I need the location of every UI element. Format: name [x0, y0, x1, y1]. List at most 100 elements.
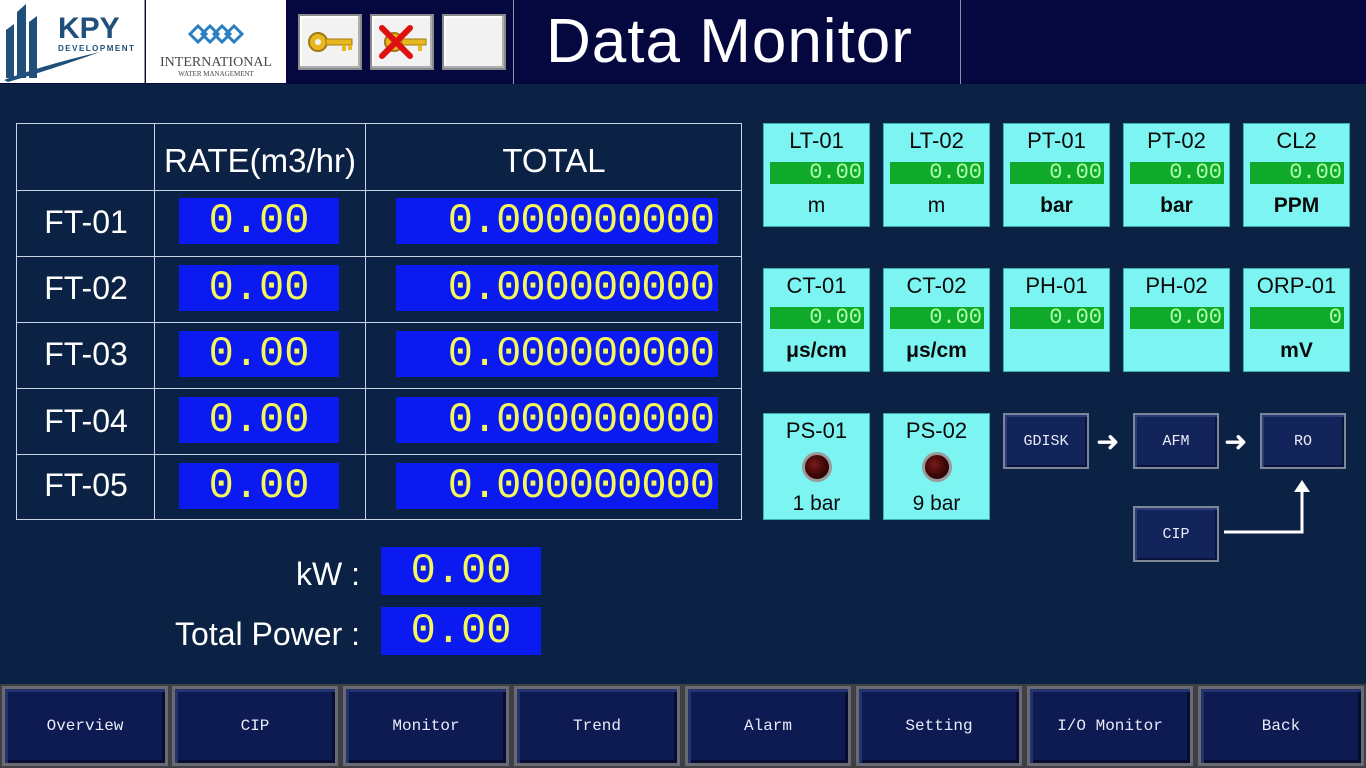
sensor-unit: mV [1280, 339, 1313, 362]
sensor-value: 0.00 [1130, 162, 1224, 184]
nav-io-monitor-button[interactable]: I/O Monitor [1027, 686, 1193, 766]
iwm-logo-line2: WATER MANAGEMENT [178, 70, 254, 78]
header-divider [513, 0, 514, 84]
total-column-header: TOTAL [502, 142, 606, 179]
flow-rate-display: 0.00 [179, 397, 339, 443]
afm-button[interactable]: AFM [1133, 413, 1219, 469]
gdisk-button[interactable]: GDISK [1003, 413, 1089, 469]
status-lamp-icon [802, 452, 832, 482]
logout-key-icon [379, 25, 427, 59]
login-key-button[interactable] [298, 14, 362, 70]
arrow-right-icon: ➜ [1224, 426, 1248, 457]
total-power-label: Total Power : [175, 616, 360, 652]
sensor-name: CT-01 [786, 273, 847, 298]
sensor-value: 0.00 [1010, 307, 1104, 329]
sensor-tile-ct-02: CT-02 0.00 μs/cm [883, 268, 990, 372]
flow-total-display: 0.000000000 [396, 265, 718, 311]
sensor-value: 0.00 [770, 307, 864, 329]
sensor-name: PT-02 [1147, 128, 1206, 153]
nav-cip-button[interactable]: CIP [172, 686, 338, 766]
nav-monitor-button[interactable]: Monitor [343, 686, 509, 766]
page-title: Data Monitor [546, 7, 913, 76]
sensor-name: CL2 [1276, 128, 1317, 153]
logout-key-button[interactable] [370, 14, 434, 70]
sensor-value: 0.00 [890, 162, 984, 184]
sensor-unit: PPM [1273, 194, 1320, 217]
flow-row-label: FT-01 [44, 204, 128, 240]
table-divider [17, 322, 741, 323]
flow-row-label: FT-05 [44, 467, 128, 503]
sensor-tile-pt-01: PT-01 0.00 bar [1003, 123, 1110, 227]
sensor-tile-orp-01: ORP-01 0 mV [1243, 268, 1350, 372]
sensor-tile-ph-01: PH-01 0.00 [1003, 268, 1110, 372]
key-icon [308, 32, 353, 52]
data-monitor-screen: KPY DEVELOPMENT INTERNATIONAL WATER MANA… [0, 0, 1366, 768]
sensor-unit: bar [1160, 194, 1193, 217]
sensor-unit: m [807, 194, 826, 217]
kpy-logo-text: KPY [58, 12, 120, 45]
sensor-tile-lt-02: LT-02 0.00 m [883, 123, 990, 227]
nav-trend-button[interactable]: Trend [514, 686, 680, 766]
flow-total-display: 0.000000000 [396, 331, 718, 377]
iwm-logo-line1: INTERNATIONAL [160, 55, 272, 70]
flow-rate-display: 0.00 [179, 463, 339, 509]
nav-overview-button[interactable]: Overview [2, 686, 168, 766]
switch-setting: 9 bar [912, 492, 961, 515]
sensor-unit: μs/cm [786, 339, 847, 362]
flow-total-display: 0.000000000 [396, 198, 718, 244]
status-lamp-icon [922, 452, 952, 482]
flow-total-display: 0.000000000 [396, 397, 718, 443]
sensor-name: PT-01 [1027, 128, 1086, 153]
sensor-tile-ct-01: CT-01 0.00 μs/cm [763, 268, 870, 372]
switch-name: PS-02 [905, 418, 968, 443]
flow-row-label: FT-03 [44, 336, 128, 372]
sensor-value: 0.00 [1010, 162, 1104, 184]
flow-table: RATE(m3/hr) TOTAL FT-01 0.00 0.000000000… [16, 123, 742, 520]
sensor-value: 0.00 [890, 307, 984, 329]
header-bar: KPY DEVELOPMENT INTERNATIONAL WATER MANA… [0, 0, 1366, 84]
bottom-nav: Overview CIP Monitor Trend Alarm Setting… [0, 684, 1366, 768]
blank-header-button[interactable] [442, 14, 506, 70]
pressure-switch-ps-02: PS-02 9 bar [883, 413, 990, 520]
nav-back-button[interactable]: Back [1198, 686, 1364, 766]
iwm-logo: INTERNATIONAL WATER MANAGEMENT [146, 0, 286, 83]
kpy-logo: KPY DEVELOPMENT [0, 0, 145, 83]
sensor-name: PH-01 [1025, 273, 1088, 298]
flow-row-label: FT-02 [44, 270, 128, 306]
switch-setting: 1 bar [792, 492, 841, 515]
sensor-tile-ph-02: PH-02 0.00 [1123, 268, 1230, 372]
table-divider [17, 256, 741, 257]
sensor-tile-cl2: CL2 0.00 PPM [1243, 123, 1350, 227]
flow-total-display: 0.000000000 [396, 463, 718, 509]
total-power-display: 0.00 [381, 607, 541, 655]
flow-rate-display: 0.00 [179, 331, 339, 377]
sensor-value: 0 [1250, 307, 1344, 329]
table-divider [17, 190, 741, 191]
sensor-value: 0.00 [1250, 162, 1344, 184]
kw-label: kW : [296, 556, 360, 592]
rate-column-header: RATE(m3/hr) [164, 142, 356, 179]
sensor-tile-lt-01: LT-01 0.00 m [763, 123, 870, 227]
pressure-switch-ps-01: PS-01 1 bar [763, 413, 870, 520]
flow-rate-display: 0.00 [179, 198, 339, 244]
header-divider [960, 0, 961, 84]
nav-setting-button[interactable]: Setting [856, 686, 1022, 766]
flow-rate-display: 0.00 [179, 265, 339, 311]
switch-name: PS-01 [785, 418, 848, 443]
sensor-unit: μs/cm [906, 339, 967, 362]
table-divider [17, 388, 741, 389]
nav-alarm-button[interactable]: Alarm [685, 686, 851, 766]
cip-process-button[interactable]: CIP [1133, 506, 1219, 562]
sensor-name: LT-01 [789, 128, 844, 153]
sensor-name: LT-02 [909, 128, 964, 153]
table-divider [17, 454, 741, 455]
sensor-unit: bar [1040, 194, 1073, 217]
sensor-value: 0.00 [1130, 307, 1224, 329]
kpy-logo-subtext: DEVELOPMENT [58, 44, 135, 53]
kw-display: 0.00 [381, 547, 541, 595]
arrow-right-icon: ➜ [1096, 426, 1120, 457]
sensor-name: ORP-01 [1256, 273, 1337, 298]
ro-button[interactable]: RO [1260, 413, 1346, 469]
sensor-name: CT-02 [906, 273, 967, 298]
sensor-unit: m [927, 194, 946, 217]
